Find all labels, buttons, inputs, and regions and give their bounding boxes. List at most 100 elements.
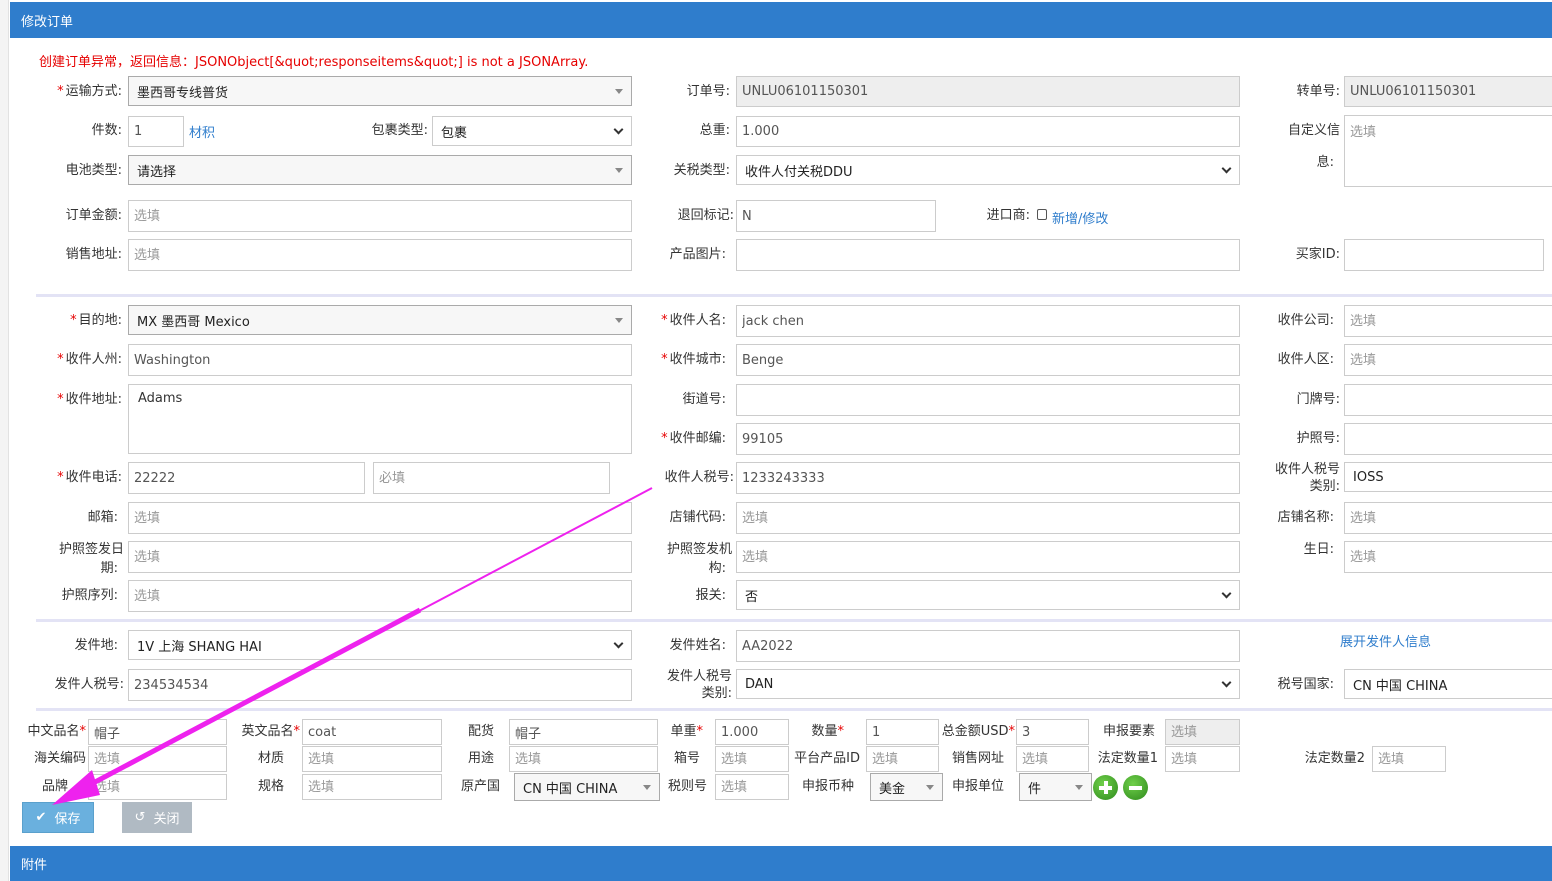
passport-serial-input[interactable]: [128, 580, 632, 612]
save-button[interactable]: ✔ 保存: [22, 802, 94, 833]
city-input[interactable]: [736, 344, 1240, 376]
brand-input[interactable]: [88, 774, 227, 800]
total-usd-input[interactable]: [1016, 719, 1089, 745]
district-label: 收件人区:: [1277, 352, 1334, 367]
allocation-input[interactable]: [509, 719, 658, 745]
destination-select[interactable]: MX 墨西哥 Mexico: [128, 305, 632, 335]
passport-no-input[interactable]: [1344, 423, 1552, 455]
expand-sender-info-link[interactable]: 展开发件人信息: [1340, 631, 1431, 650]
gross-weight-label: 总重:: [699, 123, 730, 138]
platform-id-input[interactable]: [866, 746, 939, 772]
phone-label: * 收件电话:: [57, 470, 122, 485]
order-no-input[interactable]: [736, 76, 1240, 107]
phone-2-input[interactable]: [373, 462, 610, 494]
shipping-method-select[interactable]: 墨西哥专线普货: [128, 76, 632, 106]
add-item-plus-icon[interactable]: [1093, 775, 1118, 800]
product-image-input[interactable]: [736, 239, 1240, 271]
legal-qty1-label: 法定数量1: [1097, 751, 1158, 766]
buyer-id-label: 买家ID:: [1295, 247, 1340, 262]
sales-url-label: 销售网址: [951, 751, 1004, 766]
street-no-label: 街道号:: [682, 392, 726, 407]
sales-address-input[interactable]: [128, 239, 632, 271]
order-no-label: 订单号:: [686, 84, 730, 99]
chevron-down-icon: [1221, 677, 1232, 688]
dropdown-arrow-icon: [615, 168, 623, 173]
platform-id-label: 平台产品ID: [794, 751, 860, 766]
tax-type-select[interactable]: IOSS: [1344, 462, 1552, 492]
tax-country-select[interactable]: CN 中国 CHINA: [1344, 669, 1552, 699]
declaration-elements-label: 申报要素: [1102, 724, 1155, 739]
sender-tax-input[interactable]: [128, 669, 632, 701]
legal-qty2-input[interactable]: [1372, 746, 1446, 772]
material-input[interactable]: [302, 746, 442, 772]
tax-no-input[interactable]: [736, 462, 1240, 494]
state-input[interactable]: [128, 344, 632, 376]
package-type-select[interactable]: 包裹: [432, 116, 632, 146]
return-flag-input[interactable]: [736, 200, 936, 232]
transfer-no-input[interactable]: [1344, 76, 1552, 107]
door-no-input[interactable]: [1344, 384, 1552, 416]
recipient-name-input[interactable]: [736, 305, 1240, 337]
tax-type-label: 收件人税号: [1274, 462, 1340, 477]
passport-date-label-2: 期:: [100, 561, 118, 576]
customs-label: 报关:: [695, 588, 726, 603]
shop-code-label: 店铺代码:: [669, 510, 726, 525]
declare-unit-label: 申报单位: [951, 779, 1004, 794]
en-name-input[interactable]: [302, 719, 442, 745]
currency-select[interactable]: 美金: [870, 773, 943, 801]
sender-name-input[interactable]: [736, 630, 1240, 662]
postcode-input[interactable]: [736, 423, 1240, 455]
unit-weight-input[interactable]: [715, 719, 789, 745]
tax-no-label: 收件人税号:: [664, 470, 734, 485]
cn-name-input[interactable]: [88, 719, 227, 745]
battery-type-select[interactable]: 请选择: [128, 155, 632, 185]
gross-weight-input[interactable]: [736, 116, 1240, 147]
duty-type-select[interactable]: 收件人付关税DDU: [736, 155, 1240, 185]
declaration-elements-input[interactable]: [1165, 719, 1240, 745]
attachments-title: 附件: [21, 858, 48, 873]
email-input[interactable]: [128, 502, 632, 534]
importer-checkbox[interactable]: [1037, 209, 1047, 220]
shipping-method-label: * 运输方式:: [57, 84, 122, 99]
remove-item-minus-icon[interactable]: [1123, 775, 1148, 800]
declare-unit-select[interactable]: 件: [1019, 773, 1092, 801]
postcode-label: * 收件邮编:: [661, 431, 726, 446]
custom-info-textarea[interactable]: [1344, 115, 1552, 187]
close-button[interactable]: ↺ 关闭: [122, 802, 192, 833]
legal-qty1-input[interactable]: [1165, 746, 1240, 772]
customs-select[interactable]: 否: [736, 580, 1240, 610]
shop-code-input[interactable]: [736, 502, 1240, 534]
birthday-input[interactable]: [1344, 541, 1552, 573]
street-no-input[interactable]: [736, 384, 1240, 416]
panel-header: 修改订单: [10, 2, 1552, 38]
address-textarea[interactable]: Adams: [128, 384, 632, 454]
order-amount-input[interactable]: [128, 200, 632, 232]
origin-country-select[interactable]: CN 中国 CHINA: [514, 773, 660, 801]
usage-input[interactable]: [509, 746, 658, 772]
importer-add-edit-link[interactable]: 新增/修改: [1052, 208, 1108, 227]
passport-date-input[interactable]: [128, 541, 632, 573]
company-input[interactable]: [1344, 305, 1552, 337]
pieces-input[interactable]: [128, 116, 184, 147]
district-input[interactable]: [1344, 344, 1552, 376]
passport-authority-input[interactable]: [736, 541, 1240, 573]
error-message: 创建订单异常，返回信息：JSONObject[&quot;responseite…: [39, 55, 589, 70]
quantity-input[interactable]: [866, 719, 939, 745]
tariff-no-input[interactable]: [715, 774, 789, 800]
sender-name-label: 发件姓名:: [669, 638, 726, 653]
origin-label: 发件地:: [74, 638, 118, 653]
buyer-id-input[interactable]: [1344, 239, 1544, 271]
origin-select[interactable]: 1V 上海 SHANG HAI: [128, 630, 632, 660]
custom-info-label: 自定义信: [1287, 123, 1340, 138]
email-label: 邮箱:: [87, 510, 118, 525]
volume-link[interactable]: 材积: [189, 122, 215, 141]
spec-input[interactable]: [302, 774, 442, 800]
hs-code-input[interactable]: [88, 746, 227, 772]
sender-tax-type-select[interactable]: DAN: [736, 669, 1240, 699]
box-no-input[interactable]: [715, 746, 789, 772]
phone-input[interactable]: [128, 462, 365, 494]
passport-authority-label: 护照签发机: [666, 542, 732, 557]
sender-tax-label: 发件人税号:: [54, 677, 124, 692]
sales-url-input[interactable]: [1016, 746, 1089, 772]
shop-name-input[interactable]: [1344, 502, 1552, 534]
